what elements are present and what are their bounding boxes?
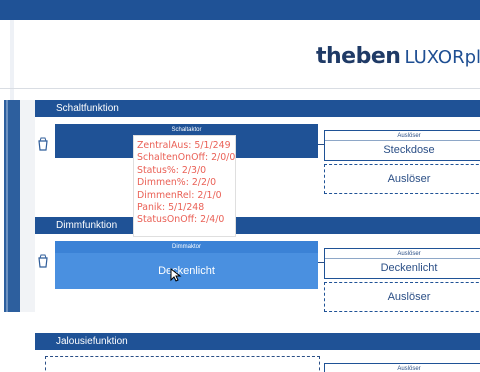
tooltip-line: Status%: 2/3/0	[137, 164, 207, 176]
logo-product: LUXORplu	[404, 47, 480, 68]
trigger-type-label: Auslöser	[325, 249, 480, 259]
trigger-dropzone[interactable]: Auslöser	[324, 282, 480, 312]
section-header-dimmfunktion: Dimmfunktion	[35, 217, 480, 234]
mouse-pointer-icon	[170, 267, 182, 282]
top-app-bar	[0, 0, 480, 20]
bucket-trash-icon[interactable]	[37, 137, 49, 151]
trigger-name: Deckenlicht	[380, 262, 438, 274]
tooltip-line: Dimmen%: 2/2/0	[137, 177, 217, 189]
trigger-type-label: Auslöser	[397, 366, 421, 372]
tooltip-line: StatusOnOff: 2/4/0	[137, 214, 225, 226]
trigger-jalousie[interactable]: Auslöser	[324, 363, 480, 372]
tooltip-line: DimmenRel: 2/1/0	[137, 189, 222, 201]
tooltip-line: Panik: 5/1/248	[137, 202, 205, 214]
actor-name: Deckenlicht	[55, 253, 318, 289]
section-title: Jalousiefunktion	[56, 336, 128, 347]
tooltip-line: ZentralAus: 5/1/249	[137, 140, 231, 151]
trigger-steckdose[interactable]: Auslöser Steckdose	[324, 130, 480, 161]
trigger-name: Steckdose	[383, 144, 435, 156]
dropzone-label: Auslöser	[387, 173, 431, 185]
dropzone-label: Auslöser	[387, 291, 431, 303]
header-divider	[0, 88, 480, 89]
section-title: Schaltfunktion	[56, 103, 119, 114]
section-header-jalousiefunktion: Jalousiefunktion	[35, 333, 480, 350]
logo-brand: theben	[316, 44, 401, 69]
trigger-deckenlicht[interactable]: Auslöser Deckenlicht	[324, 248, 480, 279]
actor-dropzone[interactable]	[45, 356, 320, 372]
section-title: Dimmfunktion	[56, 220, 118, 231]
trigger-type-label: Auslöser	[325, 131, 480, 141]
side-panel-tab[interactable]	[4, 100, 20, 312]
actor-type-label: Dimmaktor	[55, 241, 318, 253]
actor-dimmaktor[interactable]: Dimmaktor Deckenlicht	[55, 241, 318, 289]
group-address-tooltip: ZentralAus: 5/1/249 SchaltenOnOff: 2/0/0…	[133, 135, 236, 237]
tooltip-line: SchaltenOnOff: 2/0/0	[137, 152, 236, 164]
bucket-trash-icon[interactable]	[37, 254, 49, 268]
left-gutter	[20, 100, 35, 312]
trigger-dropzone[interactable]: Auslöser	[324, 164, 480, 194]
brand-logo: thebenLUXORplu	[316, 46, 480, 68]
section-header-schaltfunktion: Schaltfunktion	[35, 100, 480, 117]
